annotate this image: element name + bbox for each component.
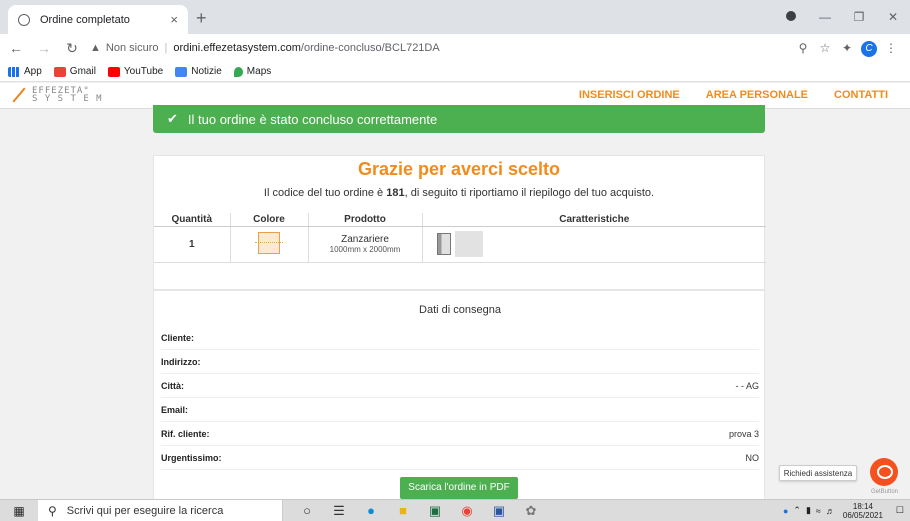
volume-icon[interactable]: ♬	[826, 506, 835, 516]
word-icon[interactable]: ▣	[483, 503, 515, 519]
help-tray-icon[interactable]: ●	[783, 506, 788, 516]
order-code: 181	[386, 187, 405, 199]
close-window-icon[interactable]: ✕	[876, 10, 910, 24]
color-swatch-icon	[255, 231, 283, 254]
profile-indicator-icon[interactable]	[774, 10, 808, 24]
order-code-line: Il codice del tuo ordine è 181, di segui…	[263, 187, 655, 199]
table-row: 1 Zanzariere 1000mm x 2000mm	[154, 226, 766, 263]
windows-start-icon[interactable]: ▦	[0, 504, 38, 518]
delivery-row-email: Email:	[161, 398, 759, 422]
excel-icon[interactable]: ▣	[419, 503, 451, 519]
order-table: Quantità Colore Prodotto Caratteristiche…	[154, 213, 766, 263]
apps-grid-icon	[8, 66, 20, 77]
feature-swatch	[454, 231, 483, 257]
reload-icon[interactable]: ↻	[60, 40, 84, 57]
door-profile-icon	[436, 233, 451, 255]
system-tray: ● ⌃ ▮ ≈ ♬ 18:14 06/05/2021 ☐	[778, 502, 910, 520]
menu-icon[interactable]: ⋮	[880, 41, 902, 55]
col-prodotto: Prodotto	[308, 213, 423, 227]
chat-support-icon[interactable]	[870, 458, 898, 486]
success-alert: ✔ Il tuo ordine è stato concluso corrett…	[153, 105, 765, 133]
url-host: ordini.effezetasystem.com	[173, 42, 301, 54]
nav-contatti[interactable]: CONTATTI	[834, 89, 888, 101]
tray-chevron-icon[interactable]: ⌃	[793, 505, 801, 516]
browser-tab[interactable]: Ordine completato ×	[8, 5, 188, 34]
delivery-card: Dati di consegna Cliente: Indirizzo: Cit…	[153, 290, 766, 500]
url-path: /ordine-concluso/BCL721DA	[300, 42, 440, 54]
delivery-heading: Dati di consegna	[419, 304, 501, 316]
row-quantity: 1	[154, 226, 231, 263]
delivery-row-urgentissimo: Urgentissimo: NO	[161, 446, 759, 470]
cortana-icon[interactable]: ○	[291, 503, 323, 518]
browser-tabstrip: Ordine completato × + — ❐ ✕	[0, 0, 910, 34]
check-icon: ✔	[167, 111, 178, 126]
order-summary-card: Grazie per averci scelto Il codice del t…	[153, 155, 766, 290]
delivery-row-cliente: Cliente:	[161, 326, 759, 350]
extensions-icon[interactable]: ✦	[836, 41, 858, 55]
zoom-icon[interactable]: ⚲	[792, 41, 814, 55]
site-logo[interactable]: EFFEZETA° S Y S T E M	[8, 86, 103, 104]
browser-toolbar: ← → ↻ ▲ Non sicuro | ordini.effezetasyst…	[0, 34, 910, 62]
new-tab-button[interactable]: +	[196, 8, 207, 29]
forward-icon[interactable]: →	[32, 40, 56, 56]
news-icon	[175, 66, 188, 77]
row-features	[422, 226, 766, 263]
bookmark-notizie[interactable]: Notizie	[175, 66, 222, 77]
site-nav: INSERISCI ORDINE AREA PERSONALE CONTATTI	[553, 89, 888, 101]
row-color	[230, 226, 309, 263]
toolbar-icons: ⚲ ☆ ✦ C ⋮	[792, 40, 902, 57]
success-message: Il tuo ordine è stato concluso correttam…	[187, 111, 438, 127]
logo-line2: S Y S T E M	[32, 94, 103, 104]
not-secure-label: Non sicuro	[105, 42, 159, 54]
bookmark-gmail[interactable]: Gmail	[53, 66, 96, 77]
download-pdf-button[interactable]: Scarica l'ordine in PDF	[400, 477, 518, 499]
chrome-icon[interactable]: ◉	[451, 503, 483, 519]
col-caratteristiche: Caratteristiche	[422, 213, 766, 227]
logo-swoosh-icon	[8, 86, 26, 104]
bookmarks-bar: App Gmail YouTube Notizie Maps	[0, 62, 910, 82]
maps-pin-icon	[233, 66, 243, 77]
taskbar-search[interactable]: ⚲ Scrivi qui per eseguire la ricerca	[38, 499, 283, 521]
gmail-icon	[53, 66, 66, 77]
delivery-row-indirizzo: Indirizzo:	[161, 350, 759, 374]
bookmark-apps[interactable]: App	[8, 66, 42, 77]
getbutton-brand: GetButton	[871, 489, 899, 495]
search-icon: ⚲	[48, 503, 57, 518]
address-bar[interactable]: ▲ Non sicuro | ordini.effezetasystem.com…	[90, 37, 792, 59]
maximize-icon[interactable]: ❐	[842, 10, 876, 24]
window-controls: — ❐ ✕	[774, 0, 910, 34]
edge-icon[interactable]: ●	[355, 503, 387, 518]
taskbar-apps: ○ ☰ ● ■ ▣ ◉ ▣ ✿	[291, 503, 547, 519]
row-product: Zanzariere 1000mm x 2000mm	[308, 226, 423, 263]
windows-taskbar: ▦ ⚲ Scrivi qui per eseguire la ricerca ○…	[0, 499, 910, 521]
nav-area-personale[interactable]: AREA PERSONALE	[706, 89, 808, 101]
tab-close-icon[interactable]: ×	[170, 12, 178, 27]
battery-icon[interactable]: ▮	[806, 505, 811, 516]
delivery-row-rif-cliente: Rif. cliente: prova 3	[161, 422, 759, 446]
file-explorer-icon[interactable]: ■	[387, 503, 419, 518]
col-quantita: Quantità	[154, 213, 231, 227]
task-view-icon[interactable]: ☰	[323, 503, 355, 519]
taskbar-search-placeholder: Scrivi qui per eseguire la ricerca	[66, 504, 224, 517]
profile-avatar[interactable]: C	[858, 40, 880, 57]
bookmark-star-icon[interactable]: ☆	[814, 41, 836, 55]
tab-title: Ordine completato	[40, 13, 130, 26]
youtube-icon	[107, 66, 120, 77]
thanks-heading: Grazie per averci scelto	[357, 159, 561, 179]
bookmark-maps[interactable]: Maps	[233, 66, 271, 77]
nav-inserisci-ordine[interactable]: INSERISCI ORDINE	[579, 89, 680, 101]
globe-icon	[18, 13, 30, 26]
paint-icon[interactable]: ✿	[515, 503, 547, 519]
col-colore: Colore	[230, 213, 309, 227]
back-icon[interactable]: ←	[4, 40, 28, 56]
address-separator: |	[164, 42, 168, 54]
bookmark-youtube[interactable]: YouTube	[107, 66, 163, 77]
wifi-icon[interactable]: ≈	[816, 506, 821, 516]
help-bubble[interactable]: Richiedi assistenza	[779, 465, 857, 481]
notifications-icon[interactable]: ☐	[896, 505, 904, 516]
delivery-row-citta: Città: - - AG	[161, 374, 759, 398]
taskbar-clock[interactable]: 18:14 06/05/2021	[843, 502, 883, 520]
warning-icon: ▲	[90, 42, 101, 54]
minimize-icon[interactable]: —	[808, 10, 842, 24]
